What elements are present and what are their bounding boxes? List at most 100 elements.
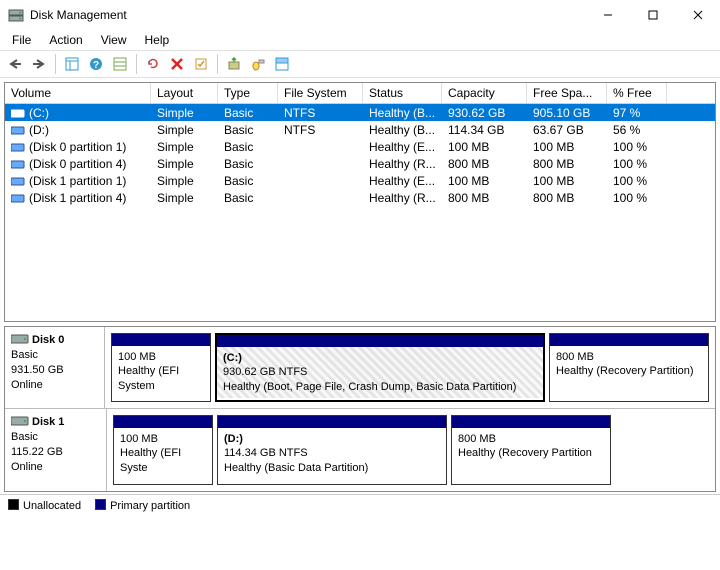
legend-unallocated-label: Unallocated — [23, 500, 81, 512]
partition[interactable]: 100 MBHealthy (EFI Syste — [113, 415, 213, 485]
volume-icon — [11, 175, 25, 185]
delete-button[interactable] — [166, 53, 188, 75]
partition-label: (C:)930.62 GB NTFSHealthy (Boot, Page Fi… — [217, 347, 543, 398]
disk-size: 931.50 GB — [11, 364, 64, 376]
disk-name: Disk 0 — [32, 334, 64, 346]
disk-row: Disk 1 Basic 115.22 GB Online 100 MBHealthy … — [5, 409, 715, 491]
column-type[interactable]: Type — [218, 83, 278, 103]
help-button[interactable]: ? — [85, 53, 107, 75]
disk-graphical-view: Disk 0 Basic 931.50 GB Online 100 MBHealthy … — [4, 326, 716, 492]
partition[interactable]: (C:)930.62 GB NTFSHealthy (Boot, Page Fi… — [215, 333, 545, 402]
legend-primary-label: Primary partition — [110, 500, 190, 512]
close-button[interactable] — [675, 0, 720, 30]
cell-layout: Simple — [151, 188, 218, 208]
cell-capacity: 800 MB — [442, 188, 527, 208]
cell-filesystem — [278, 195, 363, 201]
toolbar-separator — [217, 54, 218, 74]
partition-label: (D:)114.34 GB NTFSHealthy (Basic Data Pa… — [218, 428, 446, 479]
volume-name: (D:) — [29, 123, 49, 137]
partition-color-bar — [217, 335, 543, 347]
partition[interactable]: (D:)114.34 GB NTFSHealthy (Basic Data Pa… — [217, 415, 447, 485]
cell-status: Healthy (R... — [363, 188, 442, 208]
partition-label: 800 MBHealthy (Recovery Partition — [452, 428, 610, 465]
partition-label: 100 MBHealthy (EFI Syste — [114, 428, 212, 479]
volume-icon — [11, 107, 25, 117]
volume-name: (Disk 0 partition 4) — [29, 157, 126, 171]
column-layout[interactable]: Layout — [151, 83, 218, 103]
volume-row[interactable]: (Disk 1 partition 1)SimpleBasicHealthy (… — [5, 172, 715, 189]
partition[interactable]: 100 MBHealthy (EFI System — [111, 333, 211, 402]
cell-filesystem — [278, 144, 363, 150]
svg-text:?: ? — [93, 60, 99, 71]
disk-size: 115.22 GB — [11, 446, 63, 458]
legend-primary: Primary partition — [95, 499, 190, 512]
volume-row[interactable]: (Disk 0 partition 4)SimpleBasicHealthy (… — [5, 155, 715, 172]
toolbar-separator — [55, 54, 56, 74]
disk-icon — [11, 415, 29, 427]
partition-color-bar — [550, 334, 708, 346]
legend: Unallocated Primary partition — [0, 494, 720, 516]
partition-label: 800 MBHealthy (Recovery Partition) — [550, 346, 708, 383]
partition[interactable]: 800 MBHealthy (Recovery Partition) — [549, 333, 709, 402]
volume-list-header: Volume Layout Type File System Status Ca… — [5, 83, 715, 104]
volume-list[interactable]: Volume Layout Type File System Status Ca… — [4, 82, 716, 322]
disk-info[interactable]: Disk 1 Basic 115.22 GB Online — [5, 409, 107, 491]
volume-row[interactable]: (Disk 0 partition 1)SimpleBasicHealthy (… — [5, 138, 715, 155]
column-freespace[interactable]: Free Spa... — [527, 83, 607, 103]
volume-icon — [11, 192, 25, 202]
column-pctfree[interactable]: % Free — [607, 83, 667, 103]
partition-color-bar — [218, 416, 446, 428]
cell-freespace: 800 MB — [527, 188, 607, 208]
disk-partitions: 100 MBHealthy (EFI System(C:)930.62 GB N… — [105, 327, 715, 408]
show-hide-tree-button[interactable] — [61, 53, 83, 75]
cell-filesystem — [278, 178, 363, 184]
title-bar: Disk Management — [0, 0, 720, 30]
minimize-button[interactable] — [585, 0, 630, 30]
volume-icon — [11, 124, 25, 134]
volume-row[interactable]: (D:)SimpleBasicNTFSHealthy (B...114.34 G… — [5, 121, 715, 138]
cell-pctfree: 100 % — [607, 188, 667, 208]
partition[interactable]: 800 MBHealthy (Recovery Partition — [451, 415, 611, 485]
menu-file[interactable]: File — [4, 31, 39, 49]
properties-button[interactable] — [190, 53, 212, 75]
volume-row[interactable]: (C:)SimpleBasicNTFSHealthy (B...930.62 G… — [5, 104, 715, 121]
menu-view[interactable]: View — [93, 31, 135, 49]
disk-type: Basic — [11, 431, 38, 443]
menu-help[interactable]: Help — [137, 31, 178, 49]
disk-type: Basic — [11, 349, 38, 361]
column-capacity[interactable]: Capacity — [442, 83, 527, 103]
cell-filesystem: NTFS — [278, 120, 363, 140]
column-filesystem[interactable]: File System — [278, 83, 363, 103]
view-top-button[interactable] — [271, 53, 293, 75]
legend-unallocated: Unallocated — [8, 499, 81, 512]
column-volume[interactable]: Volume — [5, 83, 151, 103]
window-title: Disk Management — [30, 8, 585, 22]
settings-button[interactable] — [109, 53, 131, 75]
attach-vhd-button[interactable] — [247, 53, 269, 75]
column-status[interactable]: Status — [363, 83, 442, 103]
disk-info[interactable]: Disk 0 Basic 931.50 GB Online — [5, 327, 105, 408]
disk-state: Online — [11, 379, 43, 391]
disk-icon — [11, 333, 29, 345]
volume-icon — [11, 141, 25, 151]
refresh-button[interactable] — [142, 53, 164, 75]
disk-partitions: 100 MBHealthy (EFI Syste(D:)114.34 GB NT… — [107, 409, 715, 491]
volume-name: (Disk 1 partition 1) — [29, 174, 126, 188]
disk-name: Disk 1 — [32, 416, 64, 428]
partition-label: 100 MBHealthy (EFI System — [112, 346, 210, 397]
partition-color-bar — [112, 334, 210, 346]
maximize-button[interactable] — [630, 0, 675, 30]
rescan-button[interactable] — [223, 53, 245, 75]
menu-action[interactable]: Action — [41, 31, 90, 49]
partition-color-bar — [114, 416, 212, 428]
volume-row[interactable]: (Disk 1 partition 4)SimpleBasicHealthy (… — [5, 189, 715, 206]
back-button[interactable] — [4, 53, 26, 75]
volume-name: (Disk 1 partition 4) — [29, 191, 126, 205]
volume-icon — [11, 158, 25, 168]
menu-bar: File Action View Help — [0, 30, 720, 50]
volume-name: (Disk 0 partition 1) — [29, 140, 126, 154]
disk-row: Disk 0 Basic 931.50 GB Online 100 MBHealthy … — [5, 327, 715, 409]
volume-name: (C:) — [29, 106, 49, 120]
forward-button[interactable] — [28, 53, 50, 75]
disk-state: Online — [11, 461, 43, 473]
